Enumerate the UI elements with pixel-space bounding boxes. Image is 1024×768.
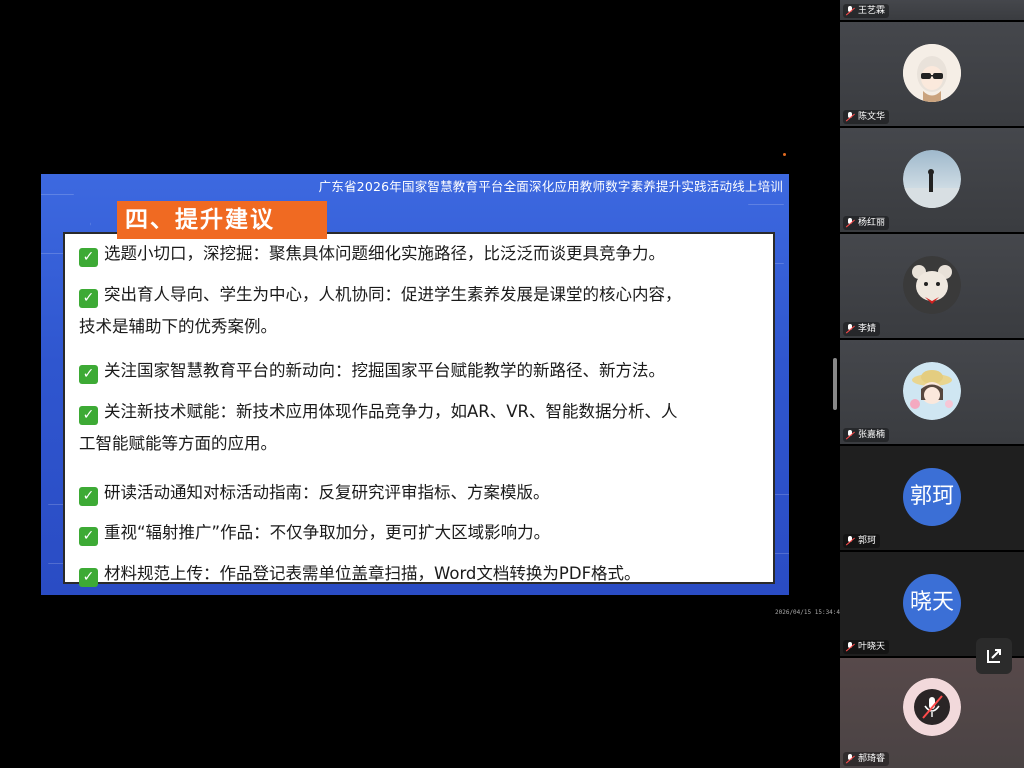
name-tag: 叶晓天 bbox=[843, 640, 890, 654]
mic-muted-icon bbox=[845, 430, 855, 440]
participant-tile[interactable]: 郭珂 郭珂 bbox=[840, 446, 1024, 550]
panel-resize-handle[interactable] bbox=[833, 358, 837, 410]
check-icon: ✓ bbox=[79, 248, 98, 267]
check-icon: ✓ bbox=[79, 527, 98, 546]
status-dot bbox=[783, 153, 786, 156]
mic-muted-icon bbox=[845, 218, 855, 228]
list-item: ✓ 关注新技术赋能：新技术应用体现作品竞争力，如AR、VR、智能数据分析、人 工智能… bbox=[79, 402, 678, 453]
participant-tile[interactable]: 王艺霖 bbox=[840, 0, 1024, 20]
participant-tile[interactable]: 张嘉楠 bbox=[840, 340, 1024, 444]
expand-button[interactable] bbox=[976, 638, 1012, 674]
check-icon: ✓ bbox=[79, 406, 98, 425]
avatar bbox=[903, 256, 961, 314]
participant-tile[interactable]: 李婧 bbox=[840, 234, 1024, 338]
list-item: ✓ 关注国家智慧教育平台的新动向：挖掘国家平台赋能教学的新路径、新方法。 bbox=[79, 355, 763, 387]
slide-banner: 广东省2026年国家智慧教育平台全面深化应用教师数字素养提升实践活动线上培训 bbox=[318, 179, 783, 194]
mic-muted-icon bbox=[845, 536, 855, 546]
content-box: ✓ 选题小切口，深挖掘：聚焦具体问题细化实施路径，比泛泛而谈更具竞争力。 ✓ 突出育… bbox=[63, 232, 775, 587]
check-icon: ✓ bbox=[79, 568, 98, 587]
shared-slide: 广东省2026年国家智慧教育平台全面深化应用教师数字素养提升实践活动线上培训 ✓… bbox=[41, 174, 789, 595]
mic-muted-icon bbox=[845, 754, 855, 764]
name-tag: 郝琦睿 bbox=[843, 752, 890, 766]
check-icon: ✓ bbox=[79, 365, 98, 384]
avatar bbox=[903, 678, 961, 736]
mic-muted-icon bbox=[845, 324, 855, 334]
avatar: 郭珂 bbox=[903, 468, 961, 526]
check-icon: ✓ bbox=[79, 487, 98, 506]
name-tag: 郭珂 bbox=[843, 534, 881, 548]
timestamp: 2026/04/15 15:34:48 bbox=[775, 609, 844, 616]
avatar: 晓天 bbox=[903, 574, 961, 632]
avatar bbox=[903, 362, 961, 420]
list-item: ✓ 研读活动通知对标活动指南：反复研究评审指标、方案模版。 bbox=[79, 477, 763, 509]
list-item: ✓ 重视“辐射推广”作品：不仅争取加分，更可扩大区域影响力。 bbox=[79, 517, 763, 549]
participant-tile[interactable]: 杨红丽 bbox=[840, 128, 1024, 232]
participant-tile[interactable]: 陈文华 bbox=[840, 22, 1024, 126]
avatar bbox=[903, 150, 961, 208]
mic-muted-icon bbox=[845, 6, 855, 16]
list-item: ✓ 突出育人导向、学生为中心，人机协同：促进学生素养发展是课堂的核心内容， 技术是辅… bbox=[79, 285, 682, 336]
check-icon: ✓ bbox=[79, 289, 98, 308]
list-item: ✓ 选题小切口，深挖掘：聚焦具体问题细化实施路径，比泛泛而谈更具竞争力。 bbox=[79, 238, 763, 270]
mic-muted-icon bbox=[845, 642, 855, 652]
name-tag: 张嘉楠 bbox=[843, 428, 890, 442]
name-tag: 陈文华 bbox=[843, 110, 890, 124]
name-tag: 王艺霖 bbox=[843, 4, 890, 18]
expand-icon bbox=[987, 649, 1001, 663]
section-title: 四、提升建议 bbox=[117, 201, 327, 239]
list-item: ✓ 材料规范上传：作品登记表需单位盖章扫描，Word文档转换为PDF格式。 bbox=[79, 558, 763, 590]
avatar bbox=[903, 44, 961, 102]
participant-tile[interactable]: 郝琦睿 bbox=[840, 658, 1024, 768]
mic-muted-icon bbox=[845, 112, 855, 122]
name-tag: 李婧 bbox=[843, 322, 881, 336]
name-tag: 杨红丽 bbox=[843, 216, 890, 230]
